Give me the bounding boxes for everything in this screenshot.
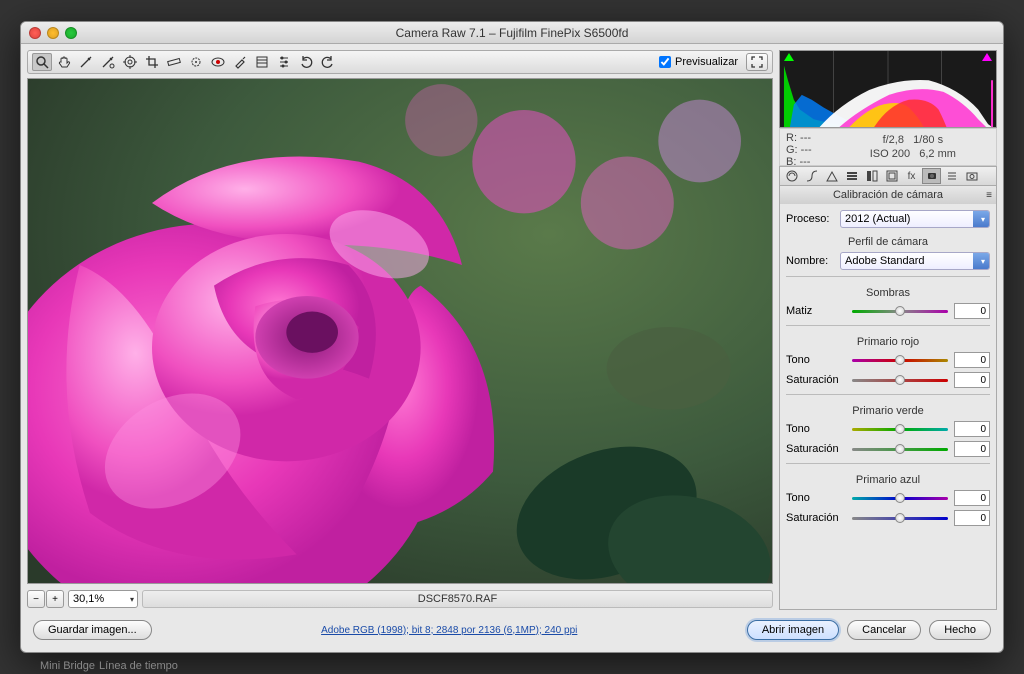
tab-presets-icon[interactable] <box>942 168 961 184</box>
green-section-title: Primario verde <box>786 405 990 417</box>
profile-section-title: Perfil de cámara <box>786 236 990 248</box>
zoom-tool-icon[interactable] <box>32 53 52 71</box>
filename-label: DSCF8570.RAF <box>142 590 773 608</box>
mini-bridge-tab[interactable]: Mini Bridge <box>40 660 95 672</box>
info-readout: R: --- G: --- B: --- f/2,8 1/80 s ISO 20… <box>779 128 997 166</box>
blue-section-title: Primario azul <box>786 474 990 486</box>
rotate-cw-icon[interactable] <box>318 53 338 71</box>
green-sat-value[interactable]: 0 <box>954 441 990 457</box>
blue-tone-label: Tono <box>786 492 846 504</box>
target-adjustment-tool-icon[interactable] <box>120 53 140 71</box>
footer: Guardar imagen... Adobe RGB (1998); bit … <box>27 614 997 646</box>
tab-fx-icon[interactable]: fx <box>902 168 921 184</box>
graduated-filter-tool-icon[interactable] <box>252 53 272 71</box>
shadow-clip-icon[interactable] <box>784 53 794 61</box>
highlight-clip-icon[interactable] <box>982 53 992 61</box>
preview-checkbox-input[interactable] <box>659 56 671 68</box>
blue-sat-value[interactable]: 0 <box>954 510 990 526</box>
matiz-slider[interactable] <box>852 304 948 318</box>
rotate-ccw-icon[interactable] <box>296 53 316 71</box>
process-label: Proceso: <box>786 213 834 225</box>
blue-sat-slider[interactable] <box>852 511 948 525</box>
red-tone-value[interactable]: 0 <box>954 352 990 368</box>
red-tone-label: Tono <box>786 354 846 366</box>
workflow-options-link[interactable]: Adobe RGB (1998); bit 8; 2848 por 2136 (… <box>321 625 577 636</box>
window-title: Camera Raw 7.1 – Fujifilm FinePix S6500f… <box>21 26 1003 40</box>
timeline-tab[interactable]: Línea de tiempo <box>99 660 178 672</box>
histogram[interactable] <box>779 50 997 128</box>
zoom-in-button[interactable]: + <box>46 590 64 608</box>
r-value: R: --- <box>786 132 812 144</box>
panel-menu-icon[interactable]: ≡ <box>986 190 992 201</box>
fullscreen-button[interactable] <box>746 53 768 71</box>
color-sampler-tool-icon[interactable] <box>98 53 118 71</box>
image-preview[interactable] <box>27 78 773 584</box>
g-value: G: --- <box>786 144 812 156</box>
tab-split-icon[interactable] <box>862 168 881 184</box>
tab-hsl-icon[interactable] <box>842 168 861 184</box>
green-sat-slider[interactable] <box>852 442 948 456</box>
done-button[interactable]: Hecho <box>929 620 991 640</box>
green-tone-value[interactable]: 0 <box>954 421 990 437</box>
red-sat-slider[interactable] <box>852 373 948 387</box>
preferences-tool-icon[interactable] <box>274 53 294 71</box>
red-sat-label: Saturación <box>786 374 846 386</box>
crop-tool-icon[interactable] <box>142 53 162 71</box>
straighten-tool-icon[interactable] <box>164 53 184 71</box>
red-eye-tool-icon[interactable] <box>208 53 228 71</box>
panel-title: Calibración de cámara ≡ <box>779 186 997 204</box>
name-label: Nombre: <box>786 255 834 267</box>
ps-bottom-tabs: Mini Bridge Línea de tiempo <box>40 660 178 672</box>
content: Previsualizar <box>21 44 1003 652</box>
toolbar: Previsualizar <box>27 50 773 74</box>
green-tone-label: Tono <box>786 423 846 435</box>
cancel-button[interactable]: Cancelar <box>847 620 921 640</box>
blue-tone-slider[interactable] <box>852 491 948 505</box>
shadows-section-title: Sombras <box>786 287 990 299</box>
green-tone-slider[interactable] <box>852 422 948 436</box>
adjustment-brush-tool-icon[interactable] <box>230 53 250 71</box>
tab-basic-icon[interactable] <box>782 168 801 184</box>
tab-calibration-icon[interactable] <box>922 168 941 184</box>
profile-select[interactable]: Adobe Standard▾ <box>840 252 990 270</box>
blue-sat-label: Saturación <box>786 512 846 524</box>
tab-detail-icon[interactable] <box>822 168 841 184</box>
process-select[interactable]: 2012 (Actual)▾ <box>840 210 990 228</box>
green-sat-label: Saturación <box>786 443 846 455</box>
save-image-button[interactable]: Guardar imagen... <box>33 620 152 640</box>
tab-lens-icon[interactable] <box>882 168 901 184</box>
matiz-label: Matiz <box>786 305 846 317</box>
preview-label: Previsualizar <box>675 56 738 68</box>
red-section-title: Primario rojo <box>786 336 990 348</box>
zoom-select[interactable]: 30,1% <box>68 590 138 608</box>
preview-checkbox[interactable]: Previsualizar <box>659 56 738 68</box>
tab-snapshots-icon[interactable] <box>962 168 981 184</box>
zoom-bar: − + 30,1% DSCF8570.RAF <box>27 588 773 610</box>
blue-tone-value[interactable]: 0 <box>954 490 990 506</box>
white-balance-tool-icon[interactable] <box>76 53 96 71</box>
matiz-value[interactable]: 0 <box>954 303 990 319</box>
hand-tool-icon[interactable] <box>54 53 74 71</box>
tab-curve-icon[interactable] <box>802 168 821 184</box>
panel-body: Proceso: 2012 (Actual)▾ Perfil de cámara… <box>779 204 997 610</box>
titlebar: Camera Raw 7.1 – Fujifilm FinePix S6500f… <box>21 22 1003 44</box>
red-sat-value[interactable]: 0 <box>954 372 990 388</box>
camera-raw-window: Camera Raw 7.1 – Fujifilm FinePix S6500f… <box>20 21 1004 653</box>
open-image-button[interactable]: Abrir imagen <box>747 620 839 640</box>
panel-tabs: fx <box>779 166 997 186</box>
red-tone-slider[interactable] <box>852 353 948 367</box>
zoom-out-button[interactable]: − <box>27 590 45 608</box>
spot-removal-tool-icon[interactable] <box>186 53 206 71</box>
